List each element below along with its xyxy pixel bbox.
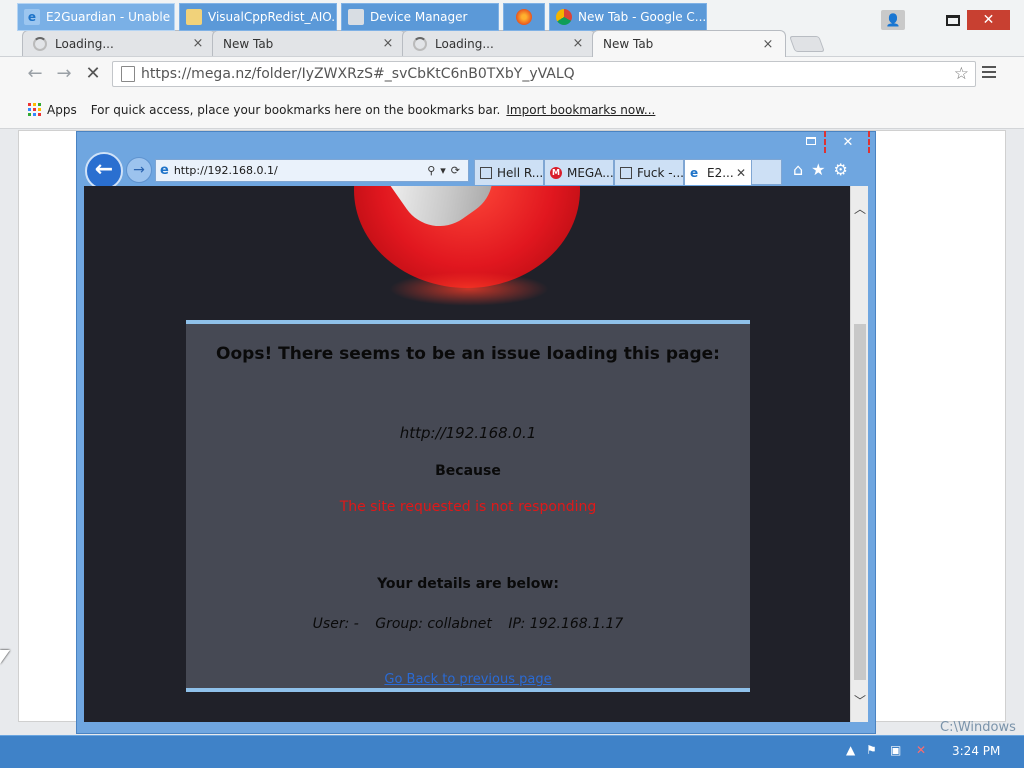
chrome-tab-active[interactable]: New Tab × <box>592 30 786 57</box>
ie-tab-active[interactable]: e E2... ✕ <box>684 159 752 185</box>
ie-tab[interactable]: M MEGA... <box>544 159 614 185</box>
scroll-down-icon[interactable]: ﹀ <box>851 692 869 709</box>
maximize-button[interactable] <box>946 15 960 26</box>
ie-logo-icon: e <box>24 9 40 25</box>
scroll-up-icon[interactable]: ︿ <box>851 200 869 217</box>
taskbar-item[interactable]: Device Manager <box>341 3 499 31</box>
import-bookmarks-link[interactable]: Import bookmarks now... <box>506 103 655 117</box>
chrome-tab-title: New Tab <box>603 37 654 51</box>
chrome-tab[interactable]: New Tab × <box>212 30 406 56</box>
chrome-tab[interactable]: Loading... × <box>402 30 596 56</box>
ie-tabstrip: Hell R... M MEGA... Fuck -... e E2... ✕ <box>474 159 782 185</box>
ie-new-tab-button[interactable] <box>752 159 782 185</box>
close-icon[interactable]: × <box>381 36 395 51</box>
taskbar-item[interactable] <box>503 3 545 31</box>
ie-maximize-button[interactable] <box>806 137 816 145</box>
chrome-tab-title: New Tab <box>223 36 274 51</box>
chrome-tab-title: Loading... <box>55 36 114 51</box>
menu-icon[interactable] <box>982 66 996 80</box>
chrome-tabstrip: Loading... × New Tab × Loading... × New … <box>22 30 825 57</box>
ie-address-url[interactable]: http://192.168.0.1/ <box>174 164 427 177</box>
ie-tab-title: E2... <box>707 165 734 180</box>
desktop-watermark: C:\Windows <box>940 720 1016 735</box>
page-icon <box>121 66 135 82</box>
apps-grid-icon[interactable] <box>28 103 41 116</box>
ie-forward-arrow-icon[interactable]: → <box>126 157 152 183</box>
taskbar-item[interactable]: New Tab - Google C... <box>549 3 707 31</box>
loading-spinner-icon <box>413 36 427 51</box>
ie-toolbar-icons: ⌂ ★ ⚙ <box>793 160 848 179</box>
stop-icon[interactable]: ✕ <box>82 63 104 85</box>
error-panel: Oops! There seems to be an issue loading… <box>186 320 750 692</box>
address-bar-url[interactable]: https://mega.nz/folder/IyZWXRzS#_svCbKtC… <box>141 66 954 82</box>
ie-logo-icon: e <box>690 165 699 180</box>
folder-icon <box>186 9 202 25</box>
ie-back-arrow-icon[interactable]: ← <box>85 152 123 190</box>
ie-scrollbar[interactable]: ︿ ﹀ <box>850 186 868 722</box>
ie-search-refresh-icons[interactable]: ⚲▾⟳ <box>427 164 468 177</box>
chrome-tab-title: Loading... <box>435 36 494 51</box>
close-icon[interactable]: × <box>571 36 585 51</box>
home-icon[interactable]: ⌂ <box>793 160 803 179</box>
taskbar-item-label: Device Manager <box>370 10 468 24</box>
scroll-thumb[interactable] <box>854 324 866 680</box>
ie-tab-title: MEGA... <box>567 165 614 180</box>
go-back-link[interactable]: Go Back to previous page <box>186 672 750 687</box>
logo-glow <box>389 272 549 306</box>
network-icon[interactable]: ▣ <box>890 743 901 757</box>
gear-icon[interactable]: ⚙ <box>834 160 848 179</box>
chrome-icon <box>556 9 572 25</box>
taskbar-item-label: New Tab - Google C... <box>578 10 707 24</box>
flag-icon[interactable]: ⚑ <box>866 743 877 757</box>
page-grid-icon <box>620 166 632 179</box>
loading-spinner-icon <box>33 36 47 51</box>
group-value: Group: collabnet <box>375 616 492 632</box>
mega-logo-icon: M <box>550 166 562 179</box>
device-manager-icon <box>348 9 364 25</box>
forward-arrow-icon[interactable]: → <box>53 63 75 85</box>
address-bar[interactable]: https://mega.nz/folder/IyZWXRzS#_svCbKtC… <box>112 61 976 87</box>
user-profile-icon[interactable]: 👤 <box>881 10 905 30</box>
page-grid-icon <box>480 166 492 179</box>
ie-tab-title: Hell R... <box>497 165 544 180</box>
close-icon[interactable]: ✕ <box>736 166 746 180</box>
close-icon[interactable]: × <box>761 37 775 52</box>
error-reason: The site requested is not responding <box>339 499 597 515</box>
bookmarks-hint: For quick access, place your bookmarks h… <box>90 102 501 117</box>
error-title: Oops! There seems to be an issue loading… <box>216 344 720 364</box>
details-title: Your details are below: <box>377 576 559 592</box>
taskbar-item[interactable]: e E2Guardian - Unable ... <box>17 3 175 31</box>
because-label: Because <box>435 463 501 479</box>
blocked-url: http://192.168.0.1 <box>399 424 537 442</box>
chrome-toolbar: ← → ✕ https://mega.nz/folder/IyZWXRzS#_s… <box>0 56 1024 91</box>
window-close-button[interactable]: ✕ <box>967 10 1010 30</box>
user-details: User: - Group: collabnet IP: 192.168.1.1… <box>186 616 750 632</box>
show-hidden-icons-icon[interactable]: ▲ <box>846 743 855 757</box>
chrome-tab[interactable]: Loading... × <box>22 30 216 56</box>
ie-logo-icon: e <box>160 163 169 178</box>
ie-tab[interactable]: Fuck -... <box>614 159 684 185</box>
ip-value: IP: 192.168.1.17 <box>508 616 624 632</box>
ie-tab[interactable]: Hell R... <box>474 159 544 185</box>
mouse-cursor-icon <box>0 650 10 664</box>
favorites-star-icon[interactable]: ★ <box>811 160 825 179</box>
taskbar-item-label: E2Guardian - Unable ... <box>46 10 175 24</box>
close-icon[interactable]: × <box>191 36 205 51</box>
taskbar-item-label: VisualCppRedist_AIO... <box>208 10 337 24</box>
ie-address-bar[interactable]: e http://192.168.0.1/ ⚲▾⟳ <box>155 159 469 182</box>
bookmarks-bar: Apps For quick access, place your bookma… <box>0 91 1024 129</box>
taskbar-clock[interactable]: 3:24 PM <box>952 744 1000 758</box>
apps-label[interactable]: Apps <box>47 103 77 117</box>
user-value: User: - <box>312 616 359 632</box>
ie-tab-title: Fuck -... <box>637 165 684 180</box>
taskbar-item[interactable]: VisualCppRedist_AIO... <box>179 3 337 31</box>
ie-close-button[interactable]: ✕ <box>838 134 858 152</box>
back-arrow-icon[interactable]: ← <box>24 63 46 85</box>
bookmark-star-icon[interactable]: ☆ <box>954 64 969 84</box>
volume-muted-icon[interactable]: ✕ <box>916 743 926 757</box>
new-tab-button[interactable] <box>789 36 825 52</box>
firefox-icon <box>516 9 532 25</box>
